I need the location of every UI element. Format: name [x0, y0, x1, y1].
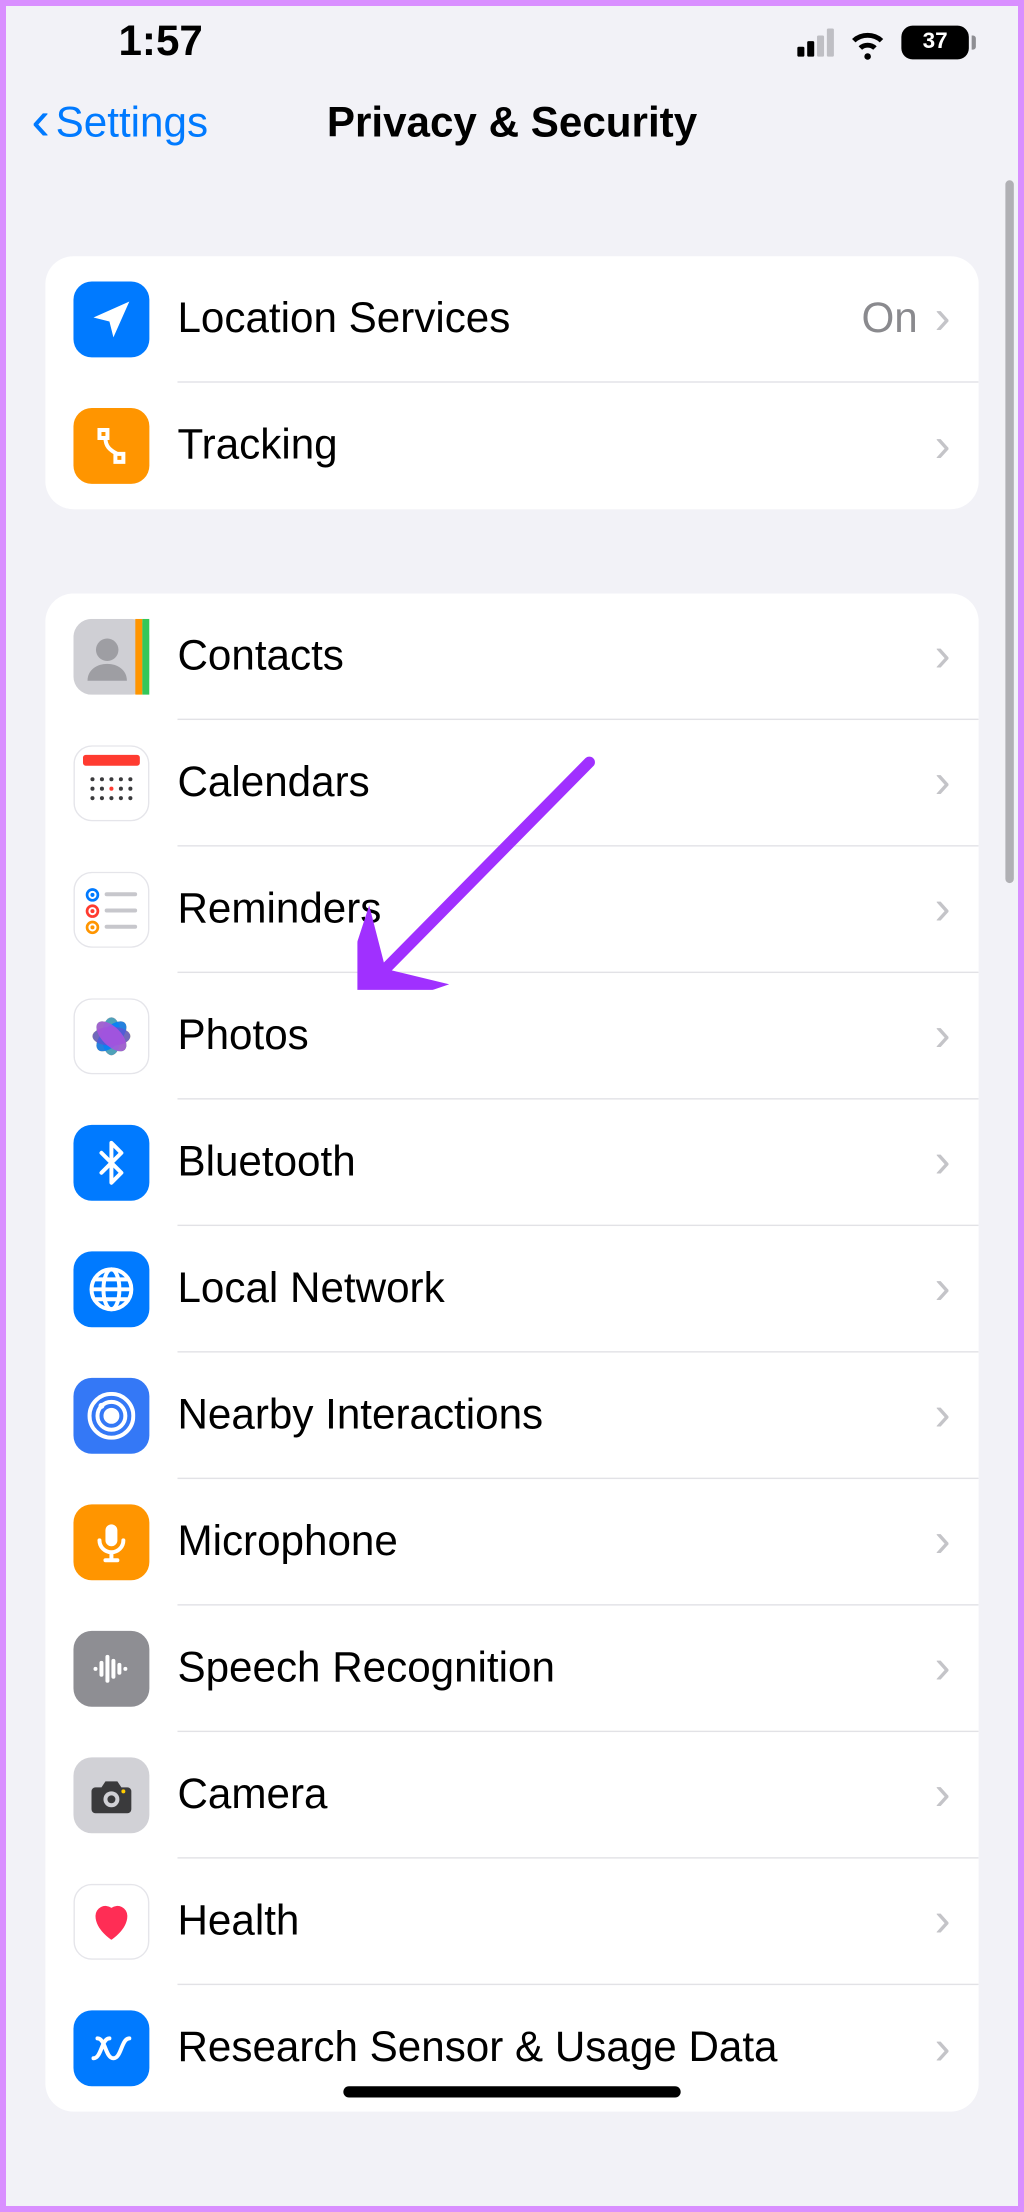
chevron-right-icon: › — [935, 1641, 951, 1696]
row-label: Local Network — [177, 1265, 934, 1313]
home-indicator — [343, 2086, 680, 2097]
row-label: Research Sensor & Usage Data — [177, 2024, 934, 2072]
row-label: Microphone — [177, 1518, 934, 1566]
row-local-network[interactable]: Local Network › — [45, 1226, 978, 1353]
row-health[interactable]: Health › — [45, 1859, 978, 1986]
scroll-indicator — [1005, 180, 1013, 883]
row-location-services[interactable]: Location Services On › — [45, 256, 978, 383]
cellular-signal-icon — [797, 28, 834, 56]
row-microphone[interactable]: Microphone › — [45, 1479, 978, 1606]
row-tracking[interactable]: Tracking › — [45, 383, 978, 510]
status-time: 1:57 — [118, 19, 202, 67]
location-arrow-icon — [73, 281, 149, 357]
row-photos[interactable]: Photos › — [45, 973, 978, 1100]
row-label: Calendars — [177, 759, 934, 807]
row-reminders[interactable]: Reminders › — [45, 847, 978, 974]
tracking-icon — [73, 408, 149, 484]
row-camera[interactable]: Camera › — [45, 1732, 978, 1859]
calendar-icon — [73, 745, 149, 821]
chevron-right-icon: › — [935, 419, 951, 474]
device-frame: 1:57 37 ‹ Settings Privacy & Security — [6, 6, 1018, 2206]
globe-icon — [73, 1251, 149, 1327]
chevron-right-icon: › — [935, 1261, 951, 1316]
waveform-icon — [73, 1631, 149, 1707]
chevron-right-icon: › — [935, 1135, 951, 1190]
microphone-icon — [73, 1504, 149, 1580]
back-button[interactable]: ‹ Settings — [31, 96, 208, 152]
battery-icon: 37 — [901, 26, 975, 60]
wifi-icon — [848, 23, 887, 62]
camera-icon — [73, 1757, 149, 1833]
row-contacts[interactable]: Contacts › — [45, 594, 978, 721]
row-value: On — [862, 295, 918, 343]
nearby-icon — [73, 1378, 149, 1454]
row-calendars[interactable]: Calendars › — [45, 720, 978, 847]
chevron-right-icon: › — [935, 1514, 951, 1569]
row-label: Bluetooth — [177, 1138, 934, 1186]
chevron-right-icon: › — [935, 629, 951, 684]
row-speech-recognition[interactable]: Speech Recognition › — [45, 1606, 978, 1733]
group-location-tracking: Location Services On › Tracking › — [45, 256, 978, 509]
back-label: Settings — [56, 100, 208, 148]
row-label: Nearby Interactions — [177, 1391, 934, 1439]
row-label: Reminders — [177, 885, 934, 933]
bluetooth-icon — [73, 1125, 149, 1201]
status-bar: 1:57 37 — [6, 6, 1018, 79]
row-label: Speech Recognition — [177, 1644, 934, 1692]
chevron-right-icon: › — [935, 291, 951, 346]
row-label: Contacts — [177, 632, 934, 680]
row-label: Tracking — [177, 422, 934, 470]
nav-bar: ‹ Settings Privacy & Security — [6, 79, 1018, 169]
row-label: Health — [177, 1897, 934, 1945]
research-icon — [73, 2010, 149, 2086]
chevron-right-icon: › — [935, 1008, 951, 1063]
row-label: Location Services — [177, 295, 861, 343]
chevron-right-icon: › — [935, 2021, 951, 2076]
chevron-right-icon: › — [935, 1894, 951, 1949]
chevron-right-icon: › — [935, 755, 951, 810]
chevron-right-icon: › — [935, 1388, 951, 1443]
status-right: 37 — [797, 23, 976, 62]
reminders-icon — [73, 872, 149, 948]
row-label: Photos — [177, 1012, 934, 1060]
chevron-left-icon: ‹ — [31, 93, 50, 149]
heart-icon — [73, 1884, 149, 1960]
row-bluetooth[interactable]: Bluetooth › — [45, 1100, 978, 1227]
photos-icon — [73, 998, 149, 1074]
row-label: Camera — [177, 1771, 934, 1819]
chevron-right-icon: › — [935, 1767, 951, 1822]
group-data-access: Contacts › Calendars › — [45, 594, 978, 2112]
row-nearby-interactions[interactable]: Nearby Interactions › — [45, 1353, 978, 1480]
chevron-right-icon: › — [935, 882, 951, 937]
contacts-icon — [73, 619, 149, 695]
